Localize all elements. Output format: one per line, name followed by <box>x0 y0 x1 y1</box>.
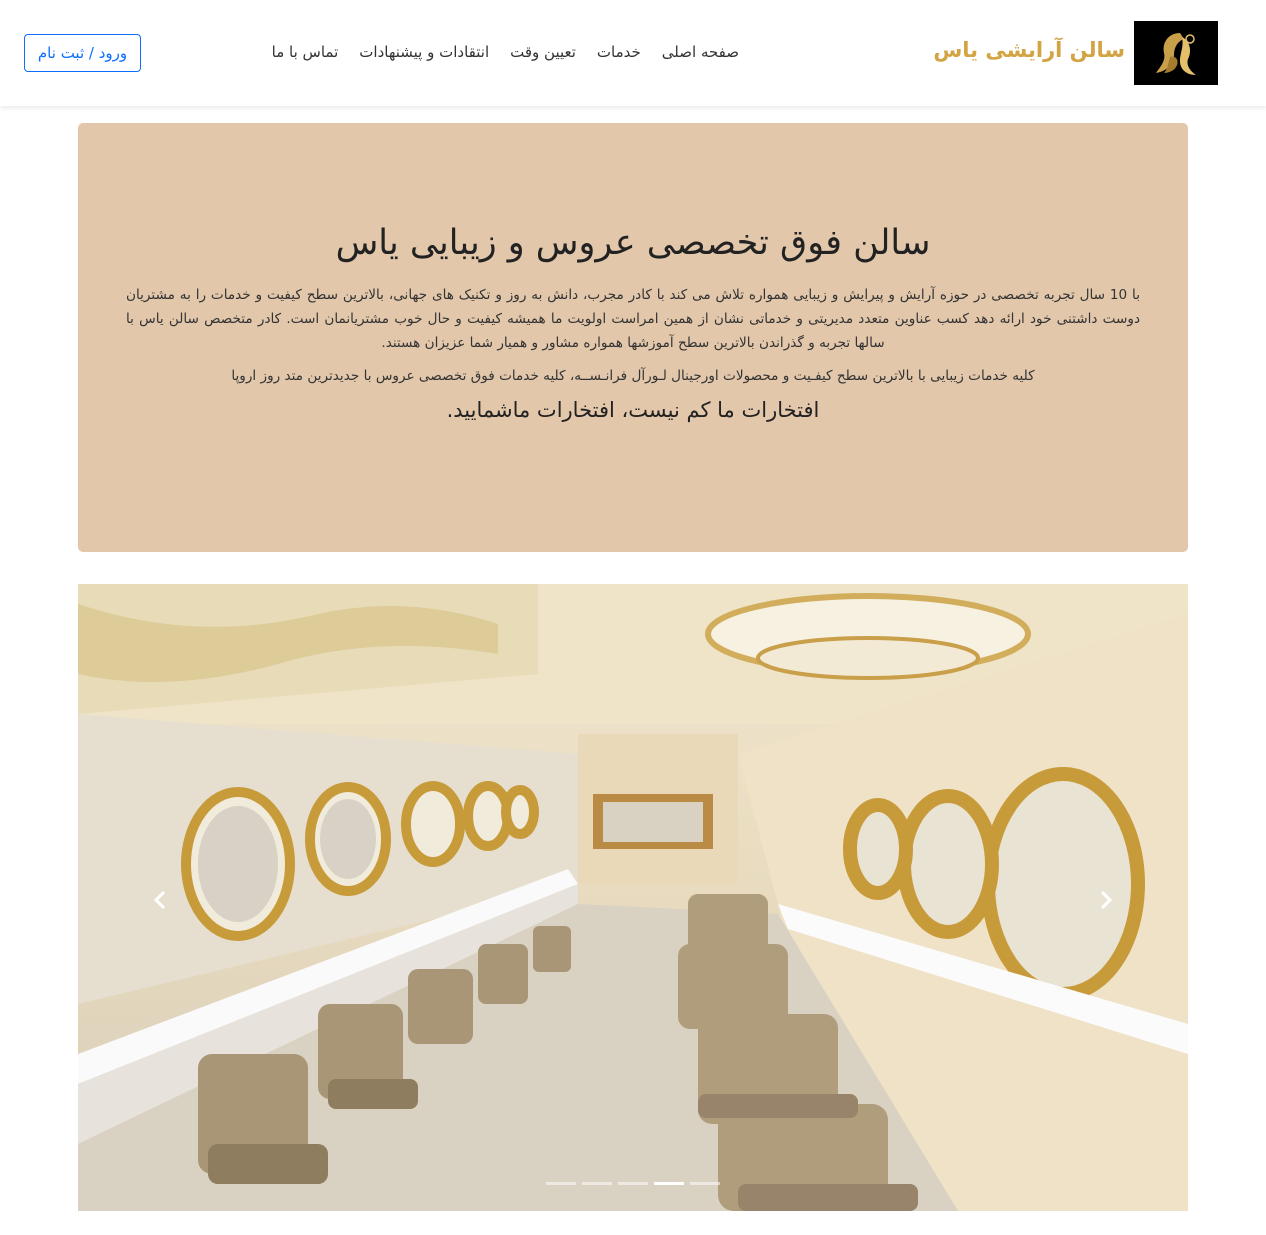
carousel-indicator[interactable] <box>546 1182 576 1185</box>
carousel-prev-button[interactable] <box>140 880 180 920</box>
woman-silhouette-logo-icon[interactable] <box>1134 21 1218 85</box>
nav-home[interactable]: صفحه اصلی <box>662 43 739 61</box>
hero-tagline: افتخارات ما کم نیست، افتخارات ماشمایید. <box>446 398 820 422</box>
carousel-indicator[interactable] <box>618 1182 648 1185</box>
carousel-indicator[interactable] <box>690 1182 720 1185</box>
chevron-left-icon <box>153 890 166 910</box>
carousel-indicators <box>78 1182 1188 1185</box>
chevron-right-icon <box>1100 890 1113 910</box>
hero-jumbotron: سالن فوق تخصصی عروس و زیبایی یاس با 10 س… <box>78 123 1188 552</box>
nav-appointment[interactable]: تعیین وقت <box>510 43 576 61</box>
navbar: سالن آرایشی یاس صفحه اصلی خدمات تعیین وق… <box>0 0 1266 106</box>
nav-contact[interactable]: تماس با ما <box>272 43 339 61</box>
hero-services-line: کلیه خدمات زیبایی با بالاترین سطح کیفـیت… <box>231 368 1035 384</box>
nav-services[interactable]: خدمات <box>597 43 641 61</box>
nav-feedback[interactable]: انتقادات و پیشنهادات <box>359 43 489 61</box>
main-nav: صفحه اصلی خدمات تعیین وقت انتقادات و پیش… <box>272 43 739 61</box>
hero-paragraph: با 10 سال تجربه تخصصی در حوزه آرایش و پی… <box>126 287 1140 351</box>
carousel-indicator-active[interactable] <box>654 1182 684 1185</box>
carousel-next-button[interactable] <box>1086 880 1126 920</box>
image-carousel <box>78 584 1188 1211</box>
hero-title: سالن فوق تخصصی عروس و زیبایی یاس <box>335 223 931 263</box>
login-register-button[interactable]: ورود / ثبت نام <box>24 34 141 72</box>
carousel-indicator[interactable] <box>582 1182 612 1185</box>
brand-title[interactable]: سالن آرایشی یاس <box>933 38 1125 62</box>
salon-interior-photo <box>78 584 1188 1211</box>
